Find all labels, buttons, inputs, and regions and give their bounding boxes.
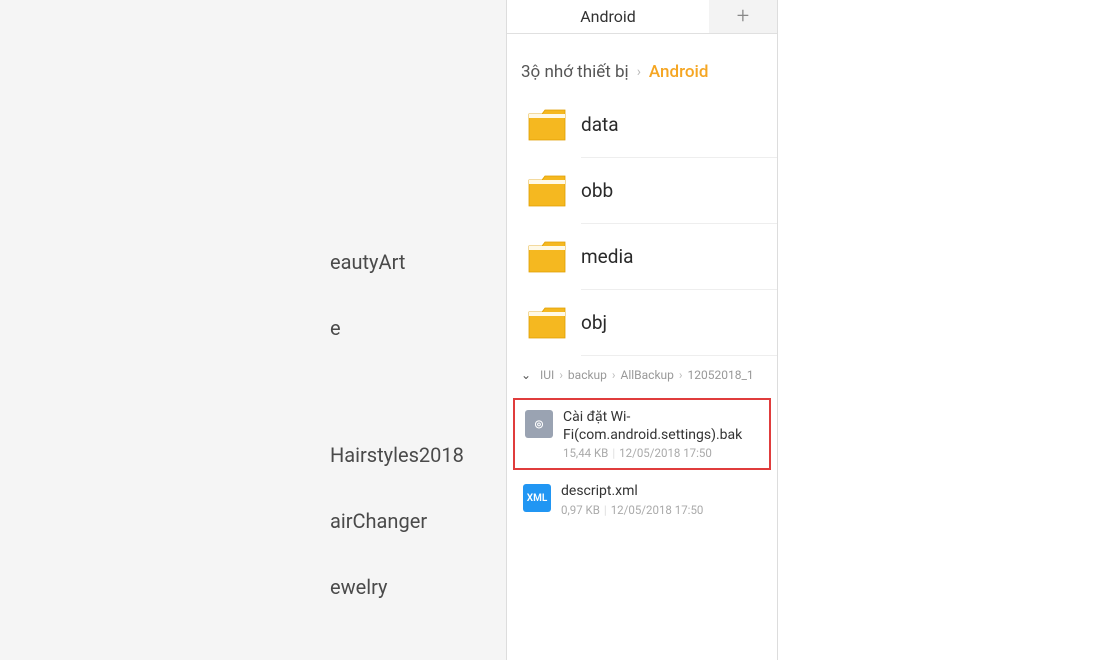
secondary-breadcrumb: ⌄ IUI › backup › AllBackup › 12052018_1: [507, 356, 777, 394]
file-row-wifi-settings[interactable]: ◎ Cài đặt Wi-Fi(com.android.settings).ba…: [513, 398, 771, 470]
left-panel: eautyArt e Hairstyles2018 airChanger ewe…: [0, 0, 506, 660]
folder-name: obj: [581, 290, 777, 356]
breadcrumb-part[interactable]: backup: [568, 368, 607, 382]
list-item[interactable]: ewelry: [0, 575, 388, 599]
file-meta: 0,97 KB|12/05/2018 17:50: [561, 503, 761, 517]
folder-name: data: [581, 92, 777, 158]
chevron-right-icon: ›: [612, 368, 616, 382]
folder-icon: [527, 240, 567, 274]
list-item[interactable]: e: [0, 316, 341, 340]
folder-row-obj[interactable]: obj: [527, 290, 777, 356]
right-panel: Android + 3ộ nhớ thiết bị › Android data…: [506, 0, 778, 660]
folder-icon: [527, 108, 567, 142]
file-name: Cài đặt Wi-Fi(com.android.settings).bak: [563, 408, 759, 444]
folder-icon: [527, 174, 567, 208]
file-row-descript[interactable]: XML descript.xml 0,97 KB|12/05/2018 17:5…: [513, 474, 771, 524]
folder-row-media[interactable]: media: [527, 224, 777, 290]
folder-list: data obb media obj: [507, 92, 777, 356]
breadcrumb-parent[interactable]: 3ộ nhớ thiết bị: [521, 62, 629, 82]
breadcrumb: 3ộ nhớ thiết bị › Android: [507, 34, 777, 92]
xml-file-icon: XML: [523, 484, 551, 512]
chevron-right-icon: ›: [679, 368, 683, 382]
file-meta: 15,44 KB|12/05/2018 17:50: [563, 446, 759, 460]
folder-row-data[interactable]: data: [527, 92, 777, 158]
tab-android[interactable]: Android: [507, 0, 709, 33]
folder-row-obb[interactable]: obb: [527, 158, 777, 224]
list-item[interactable]: eautyArt: [0, 250, 405, 274]
breadcrumb-part[interactable]: AllBackup: [621, 368, 674, 382]
folder-icon: [527, 306, 567, 340]
folder-name: obb: [581, 158, 777, 224]
breadcrumb-part[interactable]: IUI: [540, 368, 554, 382]
chevron-right-icon: ›: [637, 64, 641, 80]
folder-name: media: [581, 224, 777, 290]
file-name: descript.xml: [561, 482, 761, 500]
file-text: descript.xml 0,97 KB|12/05/2018 17:50: [561, 482, 761, 516]
chevron-down-icon[interactable]: ⌄: [517, 366, 535, 384]
list-item[interactable]: Hairstyles2018: [0, 443, 464, 467]
breadcrumb-current: Android: [649, 62, 709, 82]
list-item[interactable]: airChanger: [0, 509, 427, 533]
chevron-right-icon: ›: [559, 368, 563, 382]
tab-add-button[interactable]: +: [709, 0, 777, 33]
tab-bar: Android +: [507, 0, 777, 34]
bak-file-icon: ◎: [525, 410, 553, 438]
breadcrumb-part[interactable]: 12052018_1: [688, 368, 754, 382]
file-text: Cài đặt Wi-Fi(com.android.settings).bak …: [563, 408, 759, 460]
